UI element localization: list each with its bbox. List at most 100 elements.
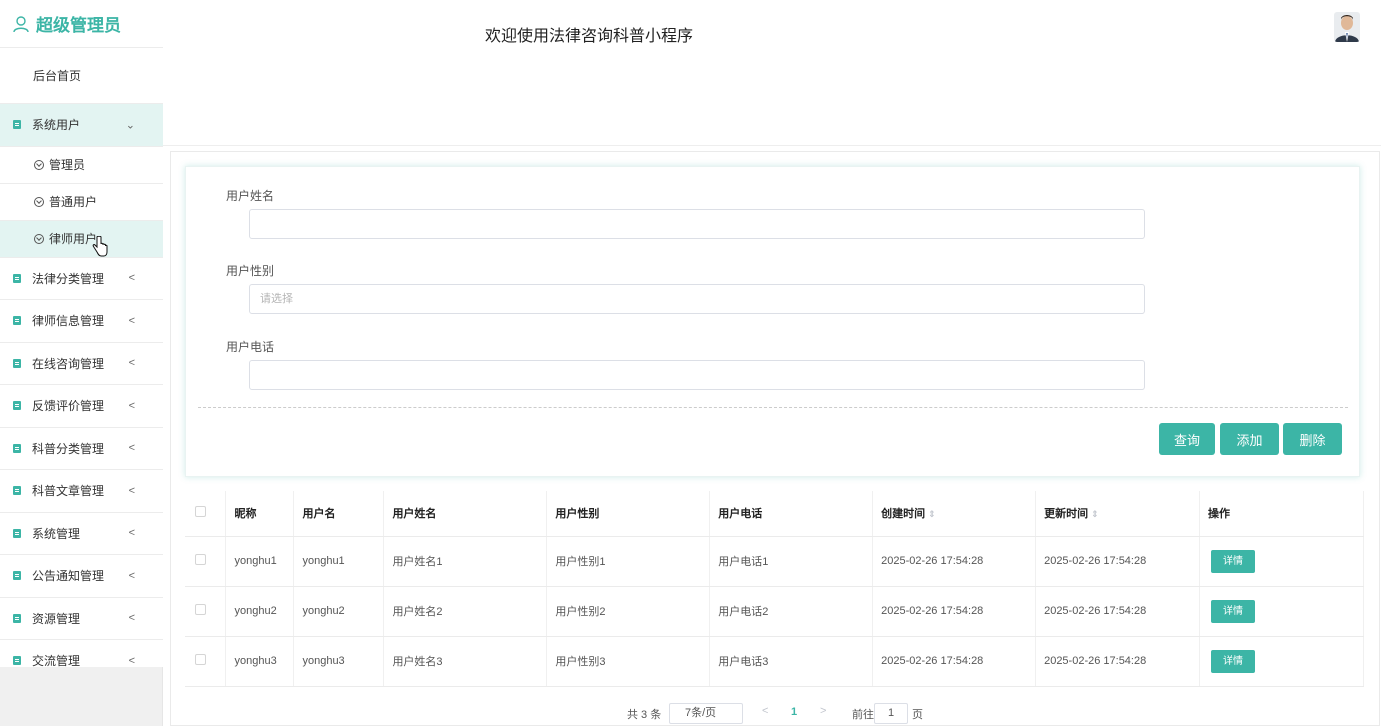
sidebar-subitem-admin[interactable]: 管理员 [0, 147, 163, 184]
action-cell: 详情 [1199, 536, 1364, 587]
sidebar-item-feedback[interactable]: 反馈评价管理 < [0, 385, 163, 428]
chevron-left-icon: < [128, 569, 135, 582]
chevron-left-icon: < [128, 484, 135, 497]
document-icon [13, 316, 21, 326]
sidebar-item-law-category[interactable]: 法律分类管理 < [0, 258, 163, 300]
goto-label: 前往 [852, 709, 874, 721]
sort-icon[interactable]: ⇕ [928, 509, 936, 519]
column-header-updated[interactable]: 更新时间 ⇕ [1035, 491, 1200, 537]
detail-button[interactable]: 详情 [1211, 549, 1255, 573]
sidebar-item-label: 在线咨询管理 [32, 356, 105, 371]
pagination: 共 3 条 7条/页 < 1 > 前往 1 页 [0, 703, 1381, 724]
table-cell: 2025-02-26 17:54:28 [1035, 636, 1200, 687]
gender-label: 用户性别 [226, 264, 275, 278]
chevron-left-icon: < [128, 357, 135, 370]
sidebar-item-system-manage[interactable]: 系统管理 < [0, 513, 163, 555]
sidebar-item-online-consult[interactable]: 在线咨询管理 < [0, 343, 163, 385]
table-cell: 2025-02-26 17:54:28 [872, 586, 1037, 637]
sidebar-item-label: 反馈评价管理 [32, 399, 105, 414]
document-icon [13, 401, 21, 411]
chevron-left-icon: < [128, 442, 135, 455]
next-page-button[interactable]: > [820, 705, 826, 717]
detail-button[interactable]: 详情 [1211, 599, 1255, 623]
page-title: 欢迎使用法律咨询科普小程序 [485, 28, 694, 45]
table-cell: 2025-02-26 17:54:28 [1035, 586, 1200, 637]
chevron-left-icon: < [128, 272, 135, 285]
table-cell: yonghu3 [225, 636, 295, 687]
row-checkbox[interactable] [195, 604, 206, 615]
total-count: 共 3 条 [627, 709, 662, 721]
table-cell: 2025-02-26 17:54:28 [872, 536, 1037, 587]
sidebar-item-label: 科普分类管理 [32, 441, 105, 456]
page-unit-label: 页 [912, 709, 923, 721]
goto-page-input[interactable]: 1 [874, 703, 908, 724]
sort-icon[interactable]: ⇕ [1091, 509, 1099, 519]
prev-page-button[interactable]: < [762, 705, 768, 717]
query-button[interactable]: 查询 [1159, 423, 1215, 455]
document-icon [13, 120, 21, 130]
page-size-select[interactable]: 7条/页 [669, 703, 743, 724]
table-header-row: 昵称 用户名 用户姓名 用户性别 用户电话 创建时间 ⇕ 更新时间 ⇕ 操作 [185, 491, 1364, 537]
sidebar-item-label: 律师信息管理 [32, 314, 105, 329]
table-cell: 用户性别1 [546, 536, 711, 587]
phone-input[interactable] [249, 360, 1145, 390]
sidebar-item-system-users[interactable]: 系统用户 ⌄ [0, 104, 163, 147]
sidebar-item-home[interactable]: 后台首页 [0, 48, 163, 104]
clock-icon [34, 196, 44, 207]
chevron-left-icon: < [128, 612, 135, 625]
sidebar-subitem-lawyer-user[interactable]: 律师用户 [0, 220, 163, 258]
clock-icon [34, 159, 44, 170]
table-cell: 用户姓名2 [383, 586, 548, 637]
document-icon [13, 358, 21, 368]
divider [198, 407, 1348, 408]
sidebar-subitem-label: 普通用户 [49, 195, 98, 209]
brand: 超级管理员 [0, 0, 163, 48]
sidebar: 超级管理员 后台首页 系统用户 ⌄ 管理员 普通用户 律师用户 法律分类管理 <… [0, 0, 163, 726]
table-cell: 用户性别2 [546, 586, 711, 637]
sidebar-item-notice[interactable]: 公告通知管理 < [0, 555, 163, 598]
column-header: 用户名 [293, 491, 385, 537]
sidebar-item-exchange[interactable]: 交流管理 < [0, 640, 163, 667]
name-input[interactable] [249, 209, 1145, 239]
sidebar-subitem-label: 律师用户 [49, 232, 98, 246]
row-select-cell [185, 586, 227, 637]
hand-cursor-icon [92, 236, 108, 257]
action-cell: 详情 [1199, 636, 1364, 687]
chevron-left-icon: < [128, 314, 135, 327]
sidebar-menu: 超级管理员 后台首页 系统用户 ⌄ 管理员 普通用户 律师用户 法律分类管理 <… [0, 0, 163, 667]
table-row: yonghu2 yonghu2 用户姓名2 用户性别2 用户电话2 2025-0… [185, 586, 1364, 637]
document-icon [13, 273, 21, 283]
sidebar-item-science-article[interactable]: 科普文章管理 < [0, 470, 163, 513]
sidebar-item-science-category[interactable]: 科普分类管理 < [0, 428, 163, 470]
name-label: 用户姓名 [226, 189, 275, 203]
sidebar-item-lawyer-info[interactable]: 律师信息管理 < [0, 300, 163, 343]
avatar[interactable] [1334, 12, 1360, 42]
column-header: 操作 [1199, 491, 1364, 537]
row-select-cell [185, 536, 227, 587]
table-cell: yonghu2 [225, 586, 295, 637]
table-cell: 用户电话2 [709, 586, 874, 637]
delete-button[interactable]: 删除 [1283, 423, 1342, 455]
table-cell: yonghu2 [293, 586, 385, 637]
sidebar-item-label: 交流管理 [32, 654, 81, 667]
page-number[interactable]: 1 [791, 706, 797, 718]
table-cell: 用户姓名1 [383, 536, 548, 587]
chevron-left-icon: < [128, 654, 135, 667]
phone-label: 用户电话 [226, 340, 275, 354]
gender-select[interactable]: 请选择 [249, 284, 1145, 314]
detail-button[interactable]: 详情 [1211, 649, 1255, 673]
document-icon [13, 528, 21, 538]
document-icon [13, 613, 21, 623]
sidebar-item-resource[interactable]: 资源管理 < [0, 598, 163, 640]
column-header-created[interactable]: 创建时间 ⇕ [872, 491, 1037, 537]
table-cell: 2025-02-26 17:54:28 [872, 636, 1037, 687]
table-cell: 用户电话3 [709, 636, 874, 687]
row-checkbox[interactable] [195, 654, 206, 665]
sidebar-subitem-normal-user[interactable]: 普通用户 [0, 184, 163, 221]
sidebar-item-label: 系统用户 [32, 118, 81, 133]
add-button[interactable]: 添加 [1220, 423, 1279, 455]
select-all-checkbox[interactable] [195, 506, 206, 518]
row-checkbox[interactable] [195, 554, 206, 565]
user-table: 昵称 用户名 用户姓名 用户性别 用户电话 创建时间 ⇕ 更新时间 ⇕ 操作 yon… [185, 491, 1364, 687]
table-cell: 2025-02-26 17:54:28 [1035, 536, 1200, 587]
